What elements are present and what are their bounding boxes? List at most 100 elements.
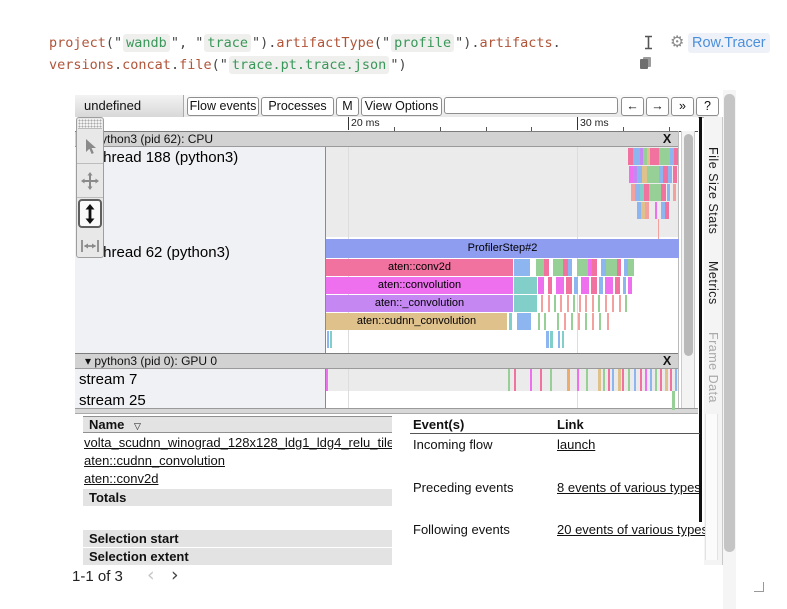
trace-span-segment[interactable] — [659, 148, 670, 165]
trace-span-segment[interactable] — [634, 369, 636, 391]
trace-span-segment[interactable] — [514, 295, 537, 312]
trace-span-segment[interactable] — [567, 369, 570, 391]
trace-span-segment[interactable] — [619, 295, 621, 312]
trace-span-segment[interactable] — [581, 277, 589, 294]
resize-grip[interactable] — [754, 582, 764, 592]
cpu-section-header[interactable]: ▾ python3 (pid 62): CPU X — [75, 131, 678, 147]
trace-span-segment[interactable] — [560, 295, 562, 312]
trace-span-segment[interactable] — [536, 259, 544, 276]
trace-span-segment[interactable] — [571, 313, 573, 330]
trace-span-segment[interactable] — [668, 166, 672, 183]
trace-span-segment[interactable] — [514, 259, 530, 276]
trace-span-segment[interactable] — [517, 313, 531, 330]
gpu-section-header[interactable]: ▾ python3 (pid 0): GPU 0 X — [75, 353, 678, 369]
trace-span-segment[interactable] — [655, 202, 657, 219]
trace-span-segment[interactable] — [633, 148, 640, 165]
trace-span-segment[interactable] — [558, 331, 560, 348]
trace-span-segment[interactable] — [327, 331, 329, 348]
trace-span-segment[interactable] — [546, 331, 549, 348]
trace-span-segment[interactable] — [599, 277, 603, 294]
trace-span-segment[interactable] — [606, 259, 617, 276]
trace-span-segment[interactable] — [585, 295, 587, 312]
trace-span-segment[interactable] — [655, 369, 657, 391]
trace-span-segment[interactable] — [607, 313, 609, 330]
trace-span-segment[interactable] — [578, 313, 580, 330]
trace-span-profilerstep-2[interactable]: ProfilerStep#2 — [326, 239, 679, 258]
panel-type-selector[interactable]: Row.Tracer — [688, 33, 770, 53]
trace-span-segment[interactable] — [568, 259, 572, 276]
trace-span-segment[interactable] — [658, 219, 659, 239]
sort-descending-icon[interactable]: ▽ — [128, 421, 141, 431]
pagination-next-icon[interactable]: › — [171, 564, 179, 586]
trace-span-segment[interactable] — [598, 369, 601, 391]
trace-span-segment[interactable] — [670, 369, 672, 391]
pan-tool[interactable] — [77, 164, 103, 198]
page-scrollbar[interactable] — [723, 90, 736, 609]
trace-span-segment[interactable] — [550, 331, 553, 348]
trace-span-segment[interactable] — [605, 295, 607, 312]
trace-span-segment[interactable] — [574, 277, 578, 294]
trace-span-segment[interactable] — [674, 148, 678, 165]
trace-span-segment[interactable] — [661, 184, 666, 201]
trace-span-segment[interactable] — [544, 313, 546, 330]
trace-span-segment[interactable] — [599, 313, 601, 330]
trace-span-segment[interactable] — [612, 369, 614, 391]
trace-span-segment[interactable] — [577, 259, 588, 276]
trace-span-segment[interactable] — [617, 259, 621, 276]
processes-button[interactable]: Processes — [261, 97, 334, 116]
trace-span-aten-convolution[interactable]: aten::convolution — [326, 277, 513, 294]
trace-span-segment[interactable] — [564, 313, 566, 330]
trace-span-segment[interactable] — [592, 313, 594, 330]
trace-span-segment[interactable] — [628, 259, 634, 276]
trace-span-segment[interactable] — [566, 277, 572, 294]
trace-span-segment[interactable] — [586, 369, 588, 391]
tool-palette[interactable] — [76, 117, 104, 258]
cpu-close-icon[interactable]: X — [660, 132, 674, 147]
trace-span-segment[interactable] — [585, 313, 587, 330]
trace-span-segment[interactable] — [557, 313, 559, 330]
timing-tool[interactable] — [77, 229, 103, 262]
trace-span-segment[interactable] — [665, 369, 668, 391]
track-scrollbar-thumb[interactable] — [684, 134, 693, 356]
trace-span-segment[interactable] — [548, 295, 550, 312]
trace-span-segment[interactable] — [660, 369, 662, 391]
trace-span-segment[interactable] — [628, 277, 632, 294]
trace-span-segment[interactable] — [514, 369, 516, 391]
trace-span-segment[interactable] — [573, 295, 575, 312]
trace-span-segment[interactable] — [623, 277, 626, 294]
trace-span-segment[interactable] — [540, 369, 542, 391]
pagination-prev-icon[interactable]: ‹ — [147, 564, 155, 586]
trace-span-segment[interactable] — [591, 277, 597, 294]
trace-span-segment[interactable] — [330, 331, 332, 348]
trace-span-segment[interactable] — [647, 166, 659, 183]
trace-span-segment[interactable] — [605, 277, 613, 294]
trace-span-segment[interactable] — [640, 369, 642, 391]
track-label-thread-188[interactable]: thread 188 (python3) — [99, 149, 238, 166]
trace-span-segment[interactable] — [556, 277, 564, 294]
trace-span-segment[interactable] — [615, 277, 620, 294]
vertical-zoom-tool[interactable] — [78, 199, 102, 228]
trace-span-segment[interactable] — [562, 331, 564, 348]
trace-span-segment[interactable] — [508, 369, 510, 391]
flow-events-button[interactable]: Flow events — [187, 97, 259, 116]
trace-span-segment[interactable] — [592, 259, 597, 276]
trace-span-segment[interactable] — [577, 369, 579, 391]
trace-span-segment[interactable] — [673, 166, 677, 183]
trace-span-segment[interactable] — [612, 295, 614, 312]
trace-span-segment[interactable] — [326, 369, 328, 391]
trace-span-segment[interactable] — [567, 295, 569, 312]
trace-span-segment[interactable] — [672, 391, 675, 410]
track-scrollbar[interactable] — [681, 131, 695, 408]
trace-span-segment[interactable] — [645, 369, 647, 391]
trace-span-aten-cudnn-convolution[interactable]: aten::cudnn_convolution — [326, 313, 507, 330]
trace-span-segment[interactable] — [544, 259, 549, 276]
trace-span-segment[interactable] — [550, 369, 552, 391]
trace-span-segment[interactable] — [650, 148, 659, 165]
trace-span-segment[interactable] — [675, 369, 677, 391]
trace-span-segment[interactable] — [649, 184, 661, 201]
sidebar-tab-metrics[interactable]: Metrics — [706, 261, 720, 305]
gpu-close-icon[interactable]: X — [660, 354, 674, 369]
trace-span-segment[interactable] — [541, 295, 543, 312]
trace-span-segment[interactable] — [592, 295, 594, 312]
trace-span-segment[interactable] — [622, 369, 624, 391]
